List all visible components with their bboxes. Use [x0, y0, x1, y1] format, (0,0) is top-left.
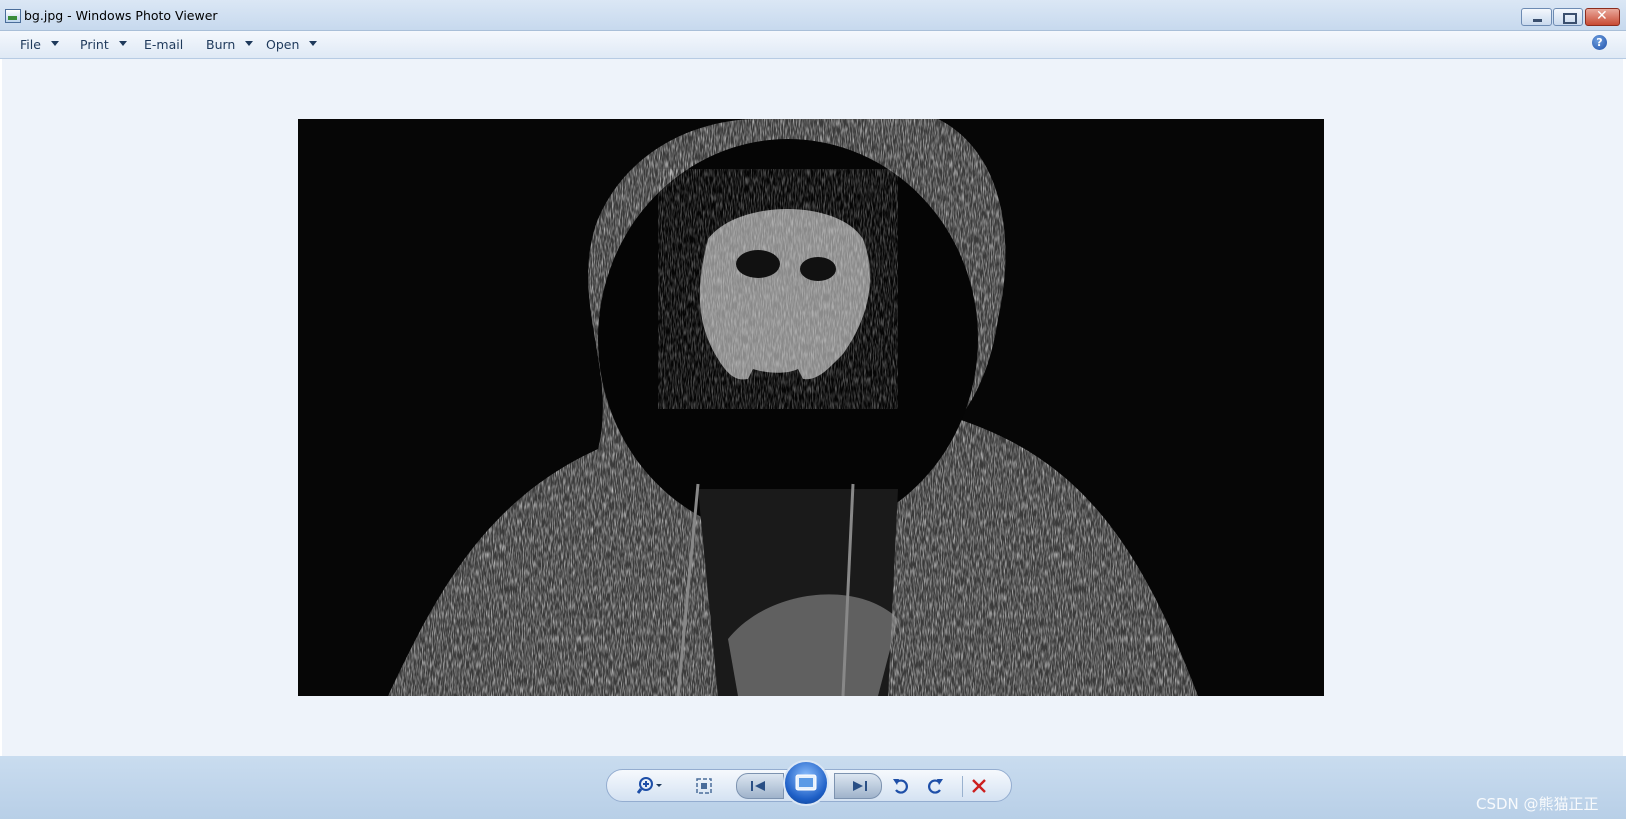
bottom-toolbar-area: [0, 756, 1626, 819]
rotate-clockwise-icon: [928, 779, 943, 794]
displayed-photo[interactable]: [298, 119, 1324, 696]
minimize-icon: [1533, 19, 1542, 22]
maximize-button[interactable]: [1553, 8, 1583, 26]
chevron-down-icon: [245, 41, 254, 46]
menu-bar: File Print E-mail Burn Open: [0, 31, 1626, 59]
image-viewport: [2, 59, 1623, 756]
menu-open-label: Open: [266, 37, 300, 52]
menu-email-label: E-mail: [144, 37, 184, 52]
photo-viewer-window: bg.jpg - Windows Photo Viewer ✕ File Pri…: [0, 0, 1626, 819]
slideshow-button[interactable]: [783, 760, 829, 806]
menu-file-label: File: [20, 37, 41, 52]
previous-icon: [751, 781, 765, 791]
close-button[interactable]: ✕: [1585, 8, 1620, 26]
rotate-clockwise-button[interactable]: [925, 776, 945, 796]
next-button[interactable]: [834, 773, 882, 799]
next-icon: [853, 781, 867, 791]
delete-button[interactable]: [969, 776, 989, 796]
hooded-figure-image: [298, 119, 1324, 696]
zoom-icon[interactable]: [636, 775, 663, 797]
chevron-down-icon: [118, 41, 127, 46]
menu-print-label: Print: [80, 37, 109, 52]
minimize-button[interactable]: [1521, 8, 1552, 26]
menu-burn[interactable]: Burn: [206, 37, 254, 52]
previous-button[interactable]: [736, 773, 784, 799]
maximize-icon: [1563, 13, 1577, 24]
slideshow-icon: [795, 774, 817, 791]
navigation-toolbar: [606, 760, 1012, 806]
menu-email[interactable]: E-mail: [144, 37, 183, 52]
help-icon[interactable]: ?: [1592, 35, 1607, 50]
menu-open[interactable]: Open: [266, 37, 318, 52]
close-icon: ✕: [1596, 8, 1608, 24]
window-title: bg.jpg - Windows Photo Viewer: [24, 8, 218, 23]
menu-file[interactable]: File: [20, 37, 59, 52]
toolbar-separator: [962, 776, 963, 797]
menu-burn-label: Burn: [206, 37, 236, 52]
actual-size-icon[interactable]: [695, 777, 713, 795]
photo-viewer-icon: [5, 9, 21, 23]
delete-icon: [972, 779, 986, 793]
rotate-counterclockwise-icon: [893, 779, 908, 794]
title-bar[interactable]: bg.jpg - Windows Photo Viewer ✕: [0, 0, 1626, 31]
rotate-counterclockwise-button[interactable]: [891, 776, 911, 796]
menu-print[interactable]: Print: [80, 37, 127, 52]
watermark-text: CSDN @熊猫正正: [1476, 795, 1599, 813]
chevron-down-icon: [50, 41, 59, 46]
chevron-down-icon: [309, 41, 318, 46]
